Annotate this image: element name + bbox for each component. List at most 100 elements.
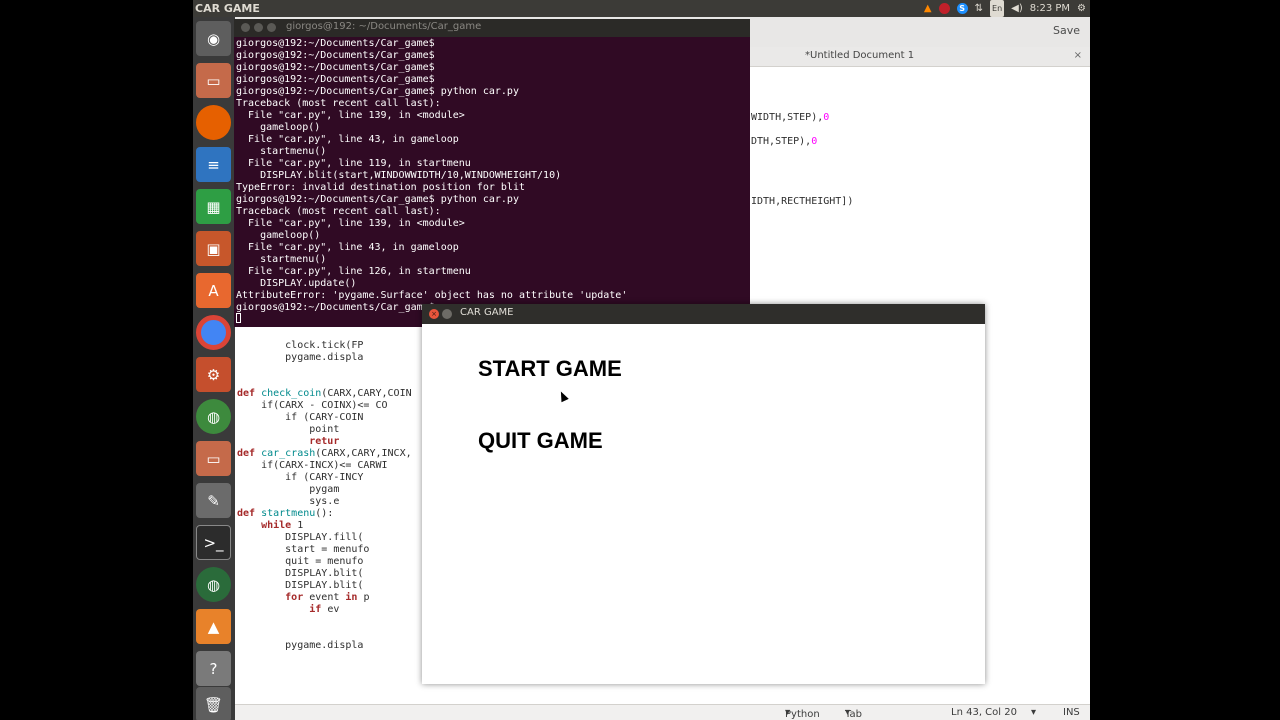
terminal-line: giorgos@192:~/Documents/Car_game$ python… (236, 86, 519, 97)
skype-tray-icon[interactable]: S (956, 3, 968, 14)
terminal-line: File "car.py", line 119, in startmenu (236, 158, 471, 169)
code-line: pygam (237, 484, 340, 495)
code-line: IDTH,RECTHEIGHT]) (751, 196, 854, 207)
terminal-line: giorgos@192:~/Documents/Car_game$ (236, 74, 435, 85)
terminal-line: giorgos@192:~/Documents/Car_game$ (236, 62, 435, 73)
files-icon[interactable]: ▭ (196, 63, 231, 98)
code-line: def check_coin(CARX,CARY,COIN (237, 388, 412, 399)
quit-game-button[interactable]: QUIT GAME (478, 428, 603, 454)
tab-close-icon[interactable]: × (1074, 50, 1082, 61)
network-globe-icon[interactable]: ◍ (196, 399, 231, 434)
close-icon[interactable]: × (429, 309, 439, 319)
code-line: clock.tick(FP (237, 340, 364, 351)
top-panel: CAR GAME ▲ S ⇅ En ◀) 8:23 PM ⚙ (193, 0, 1090, 17)
volume-icon[interactable]: ◀) (1011, 0, 1023, 17)
terminal-line: gameloop() (236, 122, 321, 133)
code-line: def car_crash(CARX,CARY,INCX, (237, 448, 412, 459)
gedit-statusbar: Python ▾ Tab Width: 8 ▾ Ln 43, Col 20 ▾ … (235, 704, 1090, 720)
file-manager-icon[interactable]: ▭ (196, 441, 231, 476)
terminal-line: giorgos@192:~/Documents/Car_game$ (236, 50, 435, 61)
terminal-line: File "car.py", line 139, in <module> (236, 110, 465, 121)
code-line: DTH,STEP),0 (751, 136, 818, 147)
game-titlebar: × CAR GAME (422, 304, 985, 324)
position-dropdown-icon[interactable]: ▾ (1031, 707, 1036, 718)
code-line: pygame.displa (237, 352, 364, 363)
terminal-line: giorgos@192:~/Documents/Car_game$ (236, 38, 435, 49)
code-line: if (CARY-COIN (237, 412, 364, 423)
insert-mode: INS (1063, 707, 1080, 718)
code-line: DISPLAY.blit( (237, 568, 364, 579)
terminal-output[interactable]: giorgos@192:~/Documents/Car_game$ giorgos… (236, 38, 748, 326)
code-line: while 1 (237, 520, 304, 531)
terminal-line: giorgos@192:~/Documents/Car_game$ python… (236, 194, 519, 205)
globe-icon[interactable]: ◍ (196, 567, 231, 602)
power-icon[interactable]: ⚙ (1077, 0, 1086, 17)
chrome-icon[interactable] (196, 315, 231, 350)
minimize-icon[interactable] (254, 23, 263, 32)
trash-icon[interactable]: 🗑 (196, 687, 231, 720)
terminal-icon[interactable]: >_ (196, 525, 231, 560)
terminal-title: giorgos@192: ~/Documents/Car_game (286, 21, 482, 32)
terminal-line: giorgos@192:~/Documents/Car_game$ (236, 302, 435, 313)
terminal-line: AttributeError: 'pygame.Surface' object … (236, 290, 628, 301)
ubuntu-dash-icon[interactable]: ◉ (196, 21, 231, 56)
help-icon[interactable]: ? (196, 651, 231, 686)
writer-icon[interactable]: ≡ (196, 147, 231, 182)
impress-icon[interactable]: ▣ (196, 231, 231, 266)
vlc-tray-icon[interactable]: ▲ (924, 0, 932, 17)
terminal-line: File "car.py", line 126, in startmenu (236, 266, 471, 277)
active-app-title: CAR GAME (195, 2, 260, 15)
close-icon[interactable] (241, 23, 250, 32)
firefox-icon[interactable] (196, 105, 231, 140)
record-tray-icon[interactable] (938, 3, 950, 14)
code-line: if(CARX-INCX)<= CARWI (237, 460, 388, 471)
network-icon[interactable]: ⇅ (975, 0, 983, 17)
terminal-line: DISPLAY.blit(start,WINDOWWIDTH/10,WINDOW… (236, 170, 562, 181)
maximize-icon[interactable] (267, 23, 276, 32)
terminal-line: gameloop() (236, 230, 321, 241)
code-line: point (237, 424, 340, 435)
terminal-line: startmenu() (236, 146, 327, 157)
terminal-line: Traceback (most recent call last): (236, 98, 441, 109)
code-line: start = menufo (237, 544, 370, 555)
terminal-line: DISPLAY.update() (236, 278, 357, 289)
desktop: CAR GAME ▲ S ⇅ En ◀) 8:23 PM ⚙ ◉ ▭ ≡ ▦ ▣… (193, 0, 1090, 720)
code-line: DISPLAY.blit( (237, 580, 364, 591)
terminal-titlebar: giorgos@192: ~/Documents/Car_game (234, 19, 750, 37)
terminal-line: File "car.py", line 43, in gameloop (236, 242, 459, 253)
keyboard-layout-indicator[interactable]: En (990, 0, 1005, 17)
indicator-area: ▲ S ⇅ En ◀) 8:23 PM ⚙ (924, 0, 1086, 17)
code-line: retur (237, 436, 340, 447)
start-game-button[interactable]: START GAME (478, 356, 622, 382)
settings-icon[interactable]: ⚙ (196, 357, 231, 392)
game-canvas[interactable]: START GAME QUIT GAME (422, 324, 985, 684)
car-game-window: × CAR GAME START GAME QUIT GAME (422, 304, 985, 684)
code-line: if(CARX - COINX)<= CO (237, 400, 388, 411)
cursor-position[interactable]: Ln 43, Col 20 (951, 707, 1017, 718)
code-line: if (CARY-INCY (237, 472, 364, 483)
game-window-title: CAR GAME (460, 307, 514, 318)
vlc-icon[interactable]: ▲ (196, 609, 231, 644)
mouse-pointer-icon (557, 389, 569, 403)
code-line: pygame.displa (237, 640, 364, 651)
code-line: if ev (237, 604, 340, 615)
clock[interactable]: 8:23 PM (1030, 0, 1070, 17)
text-editor-icon[interactable]: ✎ (196, 483, 231, 518)
minimize-icon[interactable] (442, 309, 452, 319)
terminal-line: File "car.py", line 43, in gameloop (236, 134, 459, 145)
code-line: DISPLAY.fill( (237, 532, 364, 543)
calc-icon[interactable]: ▦ (196, 189, 231, 224)
terminal-line: File "car.py", line 139, in <module> (236, 218, 465, 229)
tab-width-selector[interactable]: Tab Width: 8 ▾ (845, 707, 862, 720)
software-center-icon[interactable]: A (196, 273, 231, 308)
code-line: for event in p (237, 592, 370, 603)
terminal-line: Traceback (most recent call last): (236, 206, 441, 217)
language-selector[interactable]: Python ▾ (785, 707, 820, 720)
terminal-window: giorgos@192: ~/Documents/Car_game giorgo… (234, 19, 750, 327)
terminal-line: TypeError: invalid destination position … (236, 182, 525, 193)
save-button[interactable]: Save (1053, 24, 1080, 37)
code-line: WIDTH,STEP),0 (751, 112, 830, 123)
terminal-line: startmenu() (236, 254, 327, 265)
tab-untitled-document[interactable]: *Untitled Document 1 (805, 50, 914, 61)
terminal-cursor (236, 313, 241, 323)
